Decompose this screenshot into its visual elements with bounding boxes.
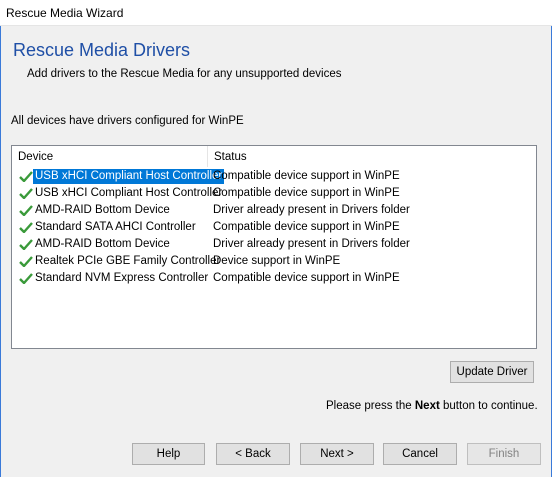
green-checkmark-icon <box>19 273 33 284</box>
device-status: Compatible device support in WinPE <box>213 221 400 233</box>
cancel-button[interactable]: Cancel <box>383 443 457 465</box>
device-status: Compatible device support in WinPE <box>213 170 400 182</box>
device-status: Driver already present in Drivers folder <box>213 238 410 250</box>
device-name: USB xHCI Compliant Host Controller <box>35 187 223 199</box>
device-name: Realtek PCIe GBE Family Controller <box>35 255 221 267</box>
green-checkmark-icon <box>19 222 33 233</box>
green-checkmark-icon <box>19 256 33 267</box>
device-row[interactable]: USB xHCI Compliant Host Controller Compa… <box>12 168 536 185</box>
device-row[interactable]: Standard SATA AHCI Controller Compatible… <box>12 219 536 236</box>
green-checkmark-icon <box>19 171 33 182</box>
device-row[interactable]: Standard NVM Express Controller Compatib… <box>12 270 536 287</box>
device-row[interactable]: Realtek PCIe GBE Family Controller Devic… <box>12 253 536 270</box>
window-title: Rescue Media Wizard <box>6 6 124 20</box>
device-name: USB xHCI Compliant Host Controller <box>33 169 225 184</box>
column-header-device[interactable]: Device <box>12 146 208 167</box>
hint-text-before: Please press the <box>326 400 412 412</box>
wizard-body: Rescue Media Drivers Add drivers to the … <box>0 26 552 477</box>
device-name: Standard NVM Express Controller <box>35 272 209 284</box>
update-driver-button[interactable]: Update Driver <box>450 361 534 383</box>
device-list[interactable]: Device Status USB xHCI Compliant Host Co… <box>11 145 537 349</box>
device-status: Compatible device support in WinPE <box>213 187 400 199</box>
page-subtitle: Add drivers to the Rescue Media for any … <box>27 68 342 80</box>
device-name: AMD-RAID Bottom Device <box>35 204 170 216</box>
device-row[interactable]: AMD-RAID Bottom Device Driver already pr… <box>12 202 536 219</box>
next-button[interactable]: Next > <box>300 443 374 465</box>
driver-status-text: All devices have drivers configured for … <box>11 115 244 127</box>
device-status: Device support in WinPE <box>213 255 341 267</box>
finish-button[interactable]: Finish <box>467 443 541 465</box>
continue-hint: Please press the Next button to continue… <box>326 400 538 412</box>
device-row[interactable]: USB xHCI Compliant Host Controller Compa… <box>12 185 536 202</box>
hint-text-after: button to continue. <box>443 400 538 412</box>
green-checkmark-icon <box>19 239 33 250</box>
back-button[interactable]: < Back <box>216 443 290 465</box>
green-checkmark-icon <box>19 188 33 199</box>
green-checkmark-icon <box>19 205 33 216</box>
device-row[interactable]: AMD-RAID Bottom Device Driver already pr… <box>12 236 536 253</box>
device-status: Driver already present in Drivers folder <box>213 204 410 216</box>
device-name: AMD-RAID Bottom Device <box>35 238 170 250</box>
help-button[interactable]: Help <box>132 443 205 465</box>
hint-keyword: Next <box>414 400 440 412</box>
page-title: Rescue Media Drivers <box>13 40 191 60</box>
device-name: Standard SATA AHCI Controller <box>35 221 196 233</box>
column-header-status[interactable]: Status <box>208 146 536 167</box>
title-bar: Rescue Media Wizard <box>0 0 552 26</box>
device-status: Compatible device support in WinPE <box>213 272 400 284</box>
device-list-header: Device Status <box>12 146 536 167</box>
